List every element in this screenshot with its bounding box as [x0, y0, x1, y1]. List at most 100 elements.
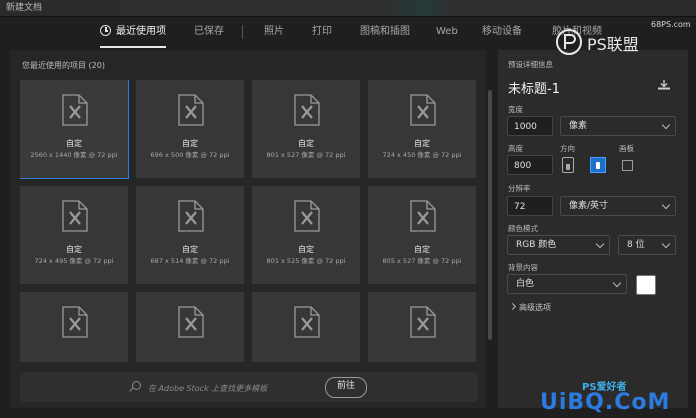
- save-preset-icon[interactable]: [658, 80, 670, 90]
- recent-item-card[interactable]: 自定 696 x 500 像素 @ 72 ppi: [136, 80, 244, 178]
- recent-item-dimensions: 805 x 527 像素 @ 72 ppi: [382, 257, 462, 265]
- landscape-orientation-icon[interactable]: [590, 157, 606, 173]
- document-icon: [178, 306, 204, 338]
- resolution-label: 分辨率: [508, 184, 531, 193]
- tab-label: Web: [436, 26, 458, 37]
- recent-item-dimensions: 687 x 514 像素 @ 72 ppi: [150, 257, 230, 265]
- document-icon: [410, 306, 436, 338]
- tab-label: 图稿和插图: [360, 26, 410, 37]
- recent-item-card[interactable]: 自定 801 x 525 像素 @ 72 ppi: [252, 186, 360, 284]
- resolution-input[interactable]: 72: [507, 196, 553, 216]
- recent-item-card[interactable]: [252, 292, 360, 362]
- background-contents-select[interactable]: 白色: [507, 274, 627, 294]
- chevron-down-icon: [661, 239, 671, 249]
- tab-label: 移动设备: [482, 26, 522, 37]
- recent-heading: 您最近使用的项目 (20): [22, 60, 105, 71]
- titlebar-background: [120, 0, 560, 16]
- document-icon: [62, 306, 88, 338]
- background-contents-label: 背景内容: [508, 263, 538, 272]
- recent-item-dimensions: 801 x 527 像素 @ 72 ppi: [266, 151, 346, 159]
- color-mode-select[interactable]: RGB 颜色: [507, 235, 610, 255]
- color-mode-label: 颜色模式: [508, 224, 538, 233]
- background-color-swatch[interactable]: [636, 275, 656, 295]
- orientation-label: 方向: [560, 144, 575, 153]
- document-icon: [294, 200, 320, 232]
- watermark-logo: PS联盟: [556, 29, 639, 55]
- window-titlebar: 新建文档: [0, 0, 696, 17]
- search-icon: [132, 381, 141, 390]
- recent-heading-text: 您最近使用的项目: [22, 61, 86, 70]
- document-icon: [62, 200, 88, 232]
- chevron-down-icon: [661, 200, 671, 210]
- recent-item-name: 自定: [182, 245, 198, 254]
- document-icon: [294, 94, 320, 126]
- recent-item-name: 自定: [66, 245, 82, 254]
- grid-scrollbar[interactable]: [488, 90, 492, 340]
- advanced-options-toggle[interactable]: 高级选项: [508, 302, 551, 313]
- tab-print[interactable]: 打印: [312, 18, 332, 46]
- recent-item-name: 自定: [66, 139, 82, 148]
- tab-mobile[interactable]: 移动设备: [482, 18, 522, 46]
- recent-item-name: 自定: [298, 245, 314, 254]
- resolution-unit-value: 像素/英寸: [569, 201, 609, 211]
- recent-item-name: 自定: [182, 139, 198, 148]
- window-title: 新建文档: [6, 3, 43, 13]
- recent-item-dimensions: 724 x 450 像素 @ 72 ppi: [382, 151, 462, 159]
- tab-web[interactable]: Web: [436, 18, 458, 46]
- bit-depth-select[interactable]: 8 位: [618, 235, 676, 255]
- chevron-right-icon: [508, 302, 517, 311]
- go-button[interactable]: 前往: [325, 377, 367, 398]
- recent-item-card[interactable]: 自定 687 x 514 像素 @ 72 ppi: [136, 186, 244, 284]
- resolution-unit-select[interactable]: 像素/英寸: [560, 196, 676, 216]
- watermark-bottom: UiBQ.CoM: [540, 390, 671, 415]
- tab-label: 打印: [312, 26, 332, 37]
- recent-item-dimensions: 696 x 500 像素 @ 72 ppi: [150, 151, 230, 159]
- clock-icon: [100, 25, 111, 36]
- recent-item-dimensions: 724 x 495 像素 @ 72 ppi: [34, 257, 114, 265]
- recent-item-card[interactable]: [136, 292, 244, 362]
- artboard-label: 画板: [619, 144, 634, 153]
- recent-item-card[interactable]: [20, 292, 128, 362]
- category-tabs: 最近使用项 已保存 照片 打印 图稿和插图 Web 移动设备 胶片和视频: [96, 18, 616, 48]
- tab-photo[interactable]: 照片: [264, 18, 284, 46]
- recent-item-name: 自定: [414, 245, 430, 254]
- bit-depth-value: 8 位: [627, 240, 645, 250]
- document-icon: [294, 306, 320, 338]
- recent-count: (20): [88, 61, 105, 70]
- recent-item-card[interactable]: 自定 2560 x 1440 像素 @ 72 ppi: [20, 80, 129, 179]
- width-unit-select[interactable]: 像素: [560, 116, 676, 136]
- recent-item-dimensions: 801 x 525 像素 @ 72 ppi: [266, 257, 346, 265]
- width-label: 宽度: [508, 105, 523, 114]
- tab-divider: [242, 25, 243, 39]
- document-icon: [62, 94, 88, 126]
- recent-item-card[interactable]: 自定 801 x 527 像素 @ 72 ppi: [252, 80, 360, 178]
- chevron-down-icon: [661, 120, 671, 130]
- recent-item-card[interactable]: 自定 724 x 495 像素 @ 72 ppi: [20, 186, 128, 284]
- document-icon: [410, 94, 436, 126]
- recent-item-card[interactable]: [368, 292, 476, 362]
- portrait-orientation-icon[interactable]: [562, 157, 574, 173]
- artboard-checkbox[interactable]: [622, 160, 633, 171]
- tab-recent[interactable]: 最近使用项: [100, 18, 166, 48]
- document-icon: [178, 200, 204, 232]
- recent-items-grid: 自定 2560 x 1440 像素 @ 72 ppi 自定 696 x 500 像素 …: [20, 80, 480, 362]
- stock-search-bar: 前往: [20, 372, 478, 402]
- tab-saved[interactable]: 已保存: [194, 18, 224, 46]
- tab-art-illustration[interactable]: 图稿和插图: [360, 18, 410, 46]
- recent-items-panel: 您最近使用的项目 (20) 自定 2560 x 1440 像素 @ 72 ppi 自…: [10, 50, 492, 408]
- advanced-options-label: 高级选项: [519, 303, 551, 312]
- height-label: 高度: [508, 144, 523, 153]
- height-input[interactable]: 800: [507, 155, 553, 175]
- recent-item-name: 自定: [414, 139, 430, 148]
- preset-details-panel: 预设详细信息 未标题-1 宽度 1000 像素 高度 方向 画板 800 分辨率…: [498, 50, 688, 408]
- recent-item-dimensions: 2560 x 1440 像素 @ 72 ppi: [30, 151, 118, 159]
- recent-item-card[interactable]: 自定 724 x 450 像素 @ 72 ppi: [368, 80, 476, 178]
- chevron-down-icon: [612, 278, 622, 288]
- width-input[interactable]: 1000: [507, 116, 553, 136]
- stock-search-input[interactable]: [146, 378, 320, 398]
- recent-item-card[interactable]: 自定 805 x 527 像素 @ 72 ppi: [368, 186, 476, 284]
- document-name[interactable]: 未标题-1: [508, 78, 560, 97]
- chevron-down-icon: [595, 239, 605, 249]
- recent-item-name: 自定: [298, 139, 314, 148]
- preset-details-heading: 预设详细信息: [508, 60, 553, 69]
